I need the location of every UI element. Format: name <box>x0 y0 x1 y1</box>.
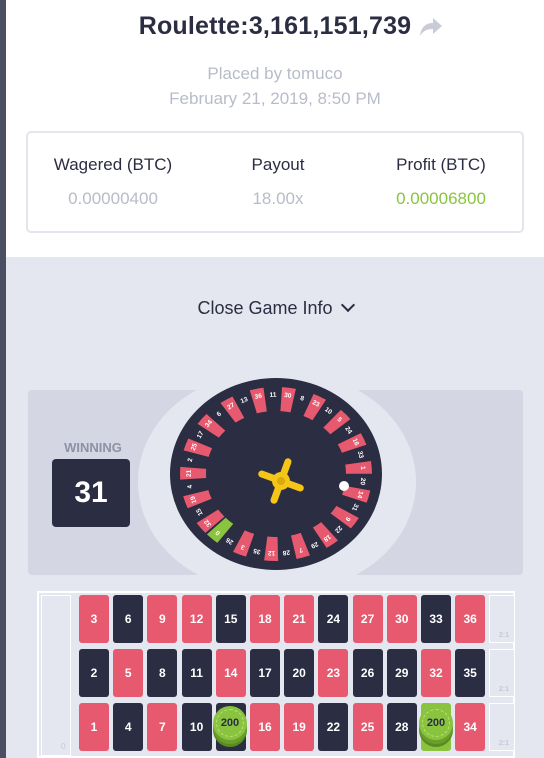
table-number-cell[interactable]: 9 <box>147 595 178 643</box>
bet-details-card: Roulette:3,161,151,739 Placed by tomuco … <box>6 0 544 758</box>
chevron-down-icon <box>340 297 355 313</box>
wheel-pocket-label: 30 <box>284 392 292 400</box>
title-row: Roulette:3,161,151,739 <box>6 12 544 41</box>
table-number-cell[interactable]: 1 <box>79 703 109 751</box>
chip-value: 200 <box>220 717 240 729</box>
table-number-cell[interactable]: 5 <box>113 649 144 697</box>
profit-value: 0.00006800 <box>396 189 486 208</box>
payout-value: 18.00x <box>252 189 304 208</box>
table-number-cell[interactable]: 23 <box>318 649 349 697</box>
game-title: Roulette:3,161,151,739 <box>138 12 412 40</box>
table-number-cell[interactable]: 22 <box>318 703 349 751</box>
table-number-cell[interactable]: 4 <box>113 703 144 751</box>
table-number-cell[interactable]: 24 <box>318 595 349 643</box>
zero-label: 0 <box>61 742 66 751</box>
wheel-pocket <box>180 466 207 480</box>
stat-profit: Profit (BTC) 0.00006800 <box>356 155 526 209</box>
share-icon[interactable] <box>418 16 444 38</box>
stats-box: Wagered (BTC) 0.00000400 Payout 18.00x P… <box>26 131 524 233</box>
bet-chip: 200 <box>419 706 453 740</box>
winning-label: WINNING <box>64 440 122 455</box>
table-number-cell[interactable]: 2 <box>79 649 109 697</box>
close-game-info-toggle[interactable]: Close Game Info <box>6 297 544 319</box>
wheel-pocket-label: 12 <box>267 549 275 556</box>
column-bet-cell[interactable]: 2:1 <box>489 595 515 643</box>
wheel-pocket-label: 11 <box>269 392 276 399</box>
stat-wagered: Wagered (BTC) 0.00000400 <box>28 155 198 209</box>
table-number-cell[interactable]: 20 <box>284 649 315 697</box>
table-number-cell[interactable]: 27 <box>352 595 383 643</box>
table-number-cell[interactable]: 6 <box>113 595 144 643</box>
profit-label: Profit (BTC) <box>396 155 486 174</box>
table-number-cell[interactable]: 33 <box>421 595 451 643</box>
wagered-value: 0.00000400 <box>68 189 158 208</box>
roulette-ball <box>339 481 349 491</box>
table-number-cell[interactable]: 7 <box>147 703 178 751</box>
winning-number: 31 <box>52 459 130 527</box>
column-bet-label: 2:1 <box>498 632 509 639</box>
chip-value: 200 <box>426 717 446 729</box>
table-number-cell[interactable]: 25 <box>352 703 383 751</box>
table-number-cell[interactable]: 11 <box>181 649 212 697</box>
betting-table: 0 3 6 9 12 15 18 21 24 27 30 33 36 2:1 2 5 8 11 14 17 20 23 2… <box>37 591 515 758</box>
column-bet-label: 2:1 <box>498 740 509 747</box>
table-number-cell[interactable]: 18 <box>250 595 280 643</box>
wheel-pocket-label: 21 <box>186 469 193 477</box>
wagered-label: Wagered (BTC) <box>53 155 173 174</box>
table-number-cell[interactable]: 29 <box>386 649 417 697</box>
wheel-pocket-label: 20 <box>359 477 367 485</box>
close-game-info-label: Close Game Info <box>197 298 333 318</box>
bet-date: February 21, 2019, 8:50 PM <box>169 89 381 108</box>
roulette-wheel: 0321519421225173462713 36 11 30 823105241633… <box>170 378 382 570</box>
table-number-cell[interactable]: 35 <box>455 649 486 697</box>
table-number-cell[interactable]: 16 <box>250 703 280 751</box>
stat-payout: Payout 18.00x <box>208 155 348 209</box>
table-number-cell[interactable]: 10 <box>181 703 212 751</box>
table-number-cell[interactable]: 34 <box>455 703 486 751</box>
table-number-cell[interactable]: 14 <box>215 649 246 697</box>
column-bet-label: 2:1 <box>498 686 509 693</box>
bet-chip: 200 <box>213 706 247 740</box>
table-number-cell[interactable]: 8 <box>147 649 178 697</box>
table-number-cell[interactable]: 15 <box>215 595 246 643</box>
table-number-cell[interactable]: 19 <box>284 703 315 751</box>
column-bet-cell[interactable]: 2:1 <box>489 649 515 697</box>
table-number-cell[interactable]: 26 <box>352 649 383 697</box>
table-number-cell[interactable]: 21 <box>284 595 315 643</box>
table-number-cell[interactable]: 32 <box>421 649 451 697</box>
table-number-cell[interactable]: 17 <box>250 649 280 697</box>
table-number-cell[interactable]: 36 <box>455 595 486 643</box>
table-number-cell[interactable]: 12 <box>181 595 212 643</box>
table-number-cell[interactable]: 30 <box>386 595 417 643</box>
table-number-cell[interactable]: 28 <box>386 703 417 751</box>
payout-label: Payout <box>251 155 305 174</box>
table-zero-cell[interactable]: 0 <box>41 595 71 756</box>
column-bet-cell[interactable]: 2:1 <box>489 703 515 751</box>
table-number-cell[interactable]: 3 <box>79 595 109 643</box>
placed-by: Placed by tomuco <box>207 64 343 83</box>
wheel-pocket-label: 28 <box>282 548 290 556</box>
